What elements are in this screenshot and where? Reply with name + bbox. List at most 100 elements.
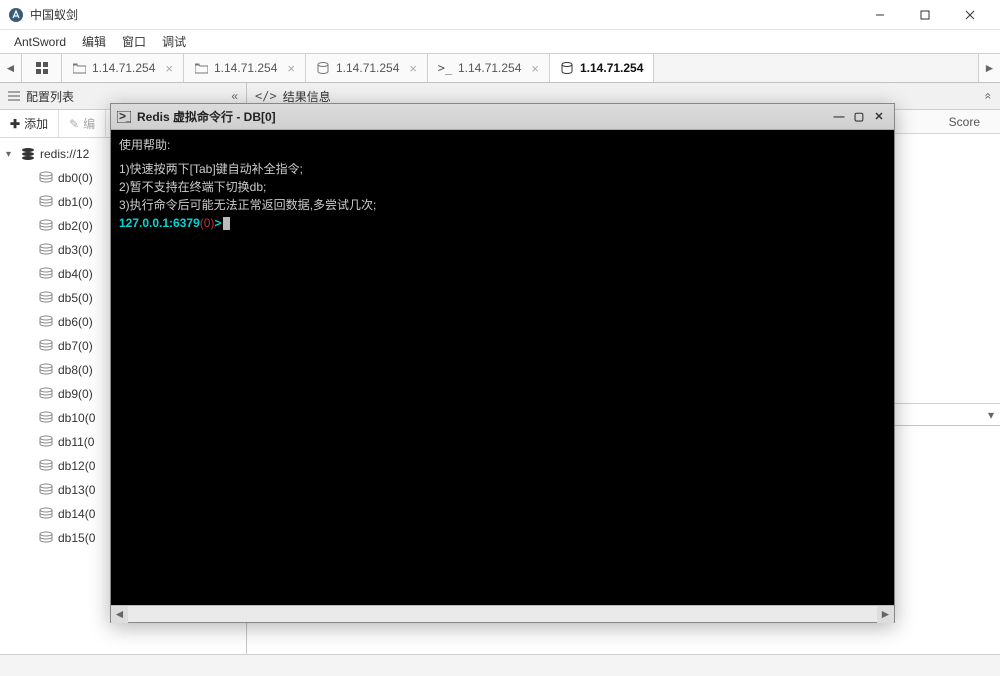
stack-icon (20, 147, 36, 161)
tab-label: 1.14.71.254 (458, 61, 521, 75)
tab-close-icon[interactable]: × (165, 61, 173, 76)
tab-label: 1.14.71.254 (92, 61, 155, 75)
prompt-db: (0) (200, 216, 215, 230)
tab-0[interactable]: 1.14.71.254 × (62, 54, 184, 82)
tab-3[interactable]: >_ 1.14.71.254 × (428, 54, 550, 82)
pencil-icon: ✎ (69, 117, 79, 131)
tabstrip: ◄ 1.14.71.254 × 1.14.71.254 × 1.14.71.25… (0, 54, 1000, 83)
tab-close-icon[interactable]: × (531, 61, 539, 76)
edit-button[interactable]: ✎ 编 (59, 110, 106, 137)
panel-collapse-up-icon[interactable]: « (982, 93, 996, 100)
database-icon (38, 411, 54, 425)
window-title: 中国蚁剑 (30, 6, 857, 23)
panel-collapse-icon[interactable]: « (231, 89, 238, 103)
database-icon (38, 387, 54, 401)
db-tree-item-label: db6(0) (58, 315, 93, 329)
modal-title: Redis 虚拟命令行 - DB[0] (137, 108, 276, 125)
database-icon (38, 507, 54, 521)
database-icon (38, 531, 54, 545)
tab-4[interactable]: 1.14.71.254 (550, 54, 654, 82)
tabs-scroll-left[interactable]: ◄ (0, 54, 22, 82)
db-tree-item-label: db10(0 (58, 411, 95, 425)
modal-maximize-button[interactable]: ▢ (850, 109, 868, 125)
db-tree-item-label: db12(0 (58, 459, 95, 473)
scroll-right-icon[interactable]: ► (877, 606, 894, 623)
db-tree-item-label: db0(0) (58, 171, 93, 185)
menu-edit[interactable]: 编辑 (74, 30, 114, 53)
db-tree-item-label: db14(0 (58, 507, 95, 521)
prompt-end: > (214, 216, 221, 230)
terminal-help-line: 1)快速按两下[Tab]键自动补全指令; (119, 160, 886, 178)
database-icon (38, 363, 54, 377)
database-icon (38, 219, 54, 233)
edit-button-label: 编 (83, 115, 95, 132)
twisty-open-icon[interactable]: ▾ (6, 149, 16, 160)
window-titlebar: 中国蚁剑 (0, 0, 1000, 30)
menu-antsword[interactable]: AntSword (6, 32, 74, 52)
db-tree-item-label: db15(0 (58, 531, 95, 545)
add-button[interactable]: ✚ 添加 (0, 110, 59, 137)
tab-label: 1.14.71.254 (214, 61, 277, 75)
statusbar (0, 654, 1000, 676)
db-tree-item-label: db13(0 (58, 483, 95, 497)
folder-icon (72, 61, 86, 75)
terminal-body[interactable]: 使用帮助: 1)快速按两下[Tab]键自动补全指令; 2)暂不支持在终端下切换d… (111, 130, 894, 605)
app-icon (8, 7, 24, 23)
database-icon (38, 339, 54, 353)
db-tree-item-label: db5(0) (58, 291, 93, 305)
db-tree-item-label: db4(0) (58, 267, 93, 281)
tabs-scroll-right[interactable]: ► (978, 54, 1000, 82)
terminal-help-line: 3)执行命令后可能无法正常返回数据,多尝试几次; (119, 196, 886, 214)
tree-root-label: redis://12 (40, 147, 89, 161)
window-close-button[interactable] (947, 0, 992, 30)
modal-titlebar[interactable]: >_ Redis 虚拟命令行 - DB[0] — ▢ ✕ (111, 104, 894, 130)
prompt-host: 127.0.0.1:6379 (119, 216, 200, 230)
database-icon (38, 435, 54, 449)
window-minimize-button[interactable] (857, 0, 902, 30)
config-panel-title: 配置列表 (26, 88, 74, 105)
db-tree-item-label: db7(0) (58, 339, 93, 353)
tab-2[interactable]: 1.14.71.254 × (306, 54, 428, 82)
tab-close-icon[interactable]: × (287, 61, 295, 76)
menu-debug[interactable]: 调试 (154, 30, 194, 53)
terminal-help-header: 使用帮助: (119, 136, 886, 154)
redis-terminal-window: >_ Redis 虚拟命令行 - DB[0] — ▢ ✕ 使用帮助: 1)快速按… (110, 103, 895, 623)
database-icon (38, 267, 54, 281)
menu-window[interactable]: 窗口 (114, 30, 154, 53)
result-panel-title: 结果信息 (283, 88, 331, 105)
tab-1[interactable]: 1.14.71.254 × (184, 54, 306, 82)
database-icon (38, 291, 54, 305)
terminal-prompt-line: 127.0.0.1:6379(0)> (119, 214, 886, 232)
modal-minimize-button[interactable]: — (830, 109, 848, 125)
code-icon: </> (255, 89, 277, 103)
database-icon (38, 459, 54, 473)
database-icon (38, 315, 54, 329)
database-icon (38, 483, 54, 497)
svg-text:>_: >_ (119, 111, 131, 123)
result-col-score[interactable]: Score (939, 115, 1000, 129)
window-maximize-button[interactable] (902, 0, 947, 30)
database-icon (38, 195, 54, 209)
modal-close-button[interactable]: ✕ (870, 109, 888, 125)
plus-icon: ✚ (10, 117, 20, 131)
terminal-icon: >_ (438, 61, 452, 75)
terminal-cursor (223, 217, 230, 230)
scroll-left-icon[interactable]: ◄ (111, 606, 128, 623)
db-tree-item-label: db1(0) (58, 195, 93, 209)
menubar: AntSword 编辑 窗口 调试 (0, 30, 1000, 54)
folder-icon (194, 61, 208, 75)
terminal-icon: >_ (117, 111, 131, 123)
modal-horizontal-scrollbar[interactable]: ◄ ► (111, 605, 894, 622)
db-tree-item-label: db11(0 (58, 435, 94, 449)
db-tree-item-label: db9(0) (58, 387, 93, 401)
database-icon (560, 61, 574, 75)
database-icon (316, 61, 330, 75)
db-tree-item-label: db2(0) (58, 219, 93, 233)
tab-label: 1.14.71.254 (580, 61, 643, 75)
home-tab[interactable] (22, 54, 62, 82)
db-tree-item-label: db8(0) (58, 363, 93, 377)
tab-close-icon[interactable]: × (409, 61, 417, 76)
database-icon (38, 243, 54, 257)
list-icon (8, 91, 20, 101)
database-icon (38, 171, 54, 185)
